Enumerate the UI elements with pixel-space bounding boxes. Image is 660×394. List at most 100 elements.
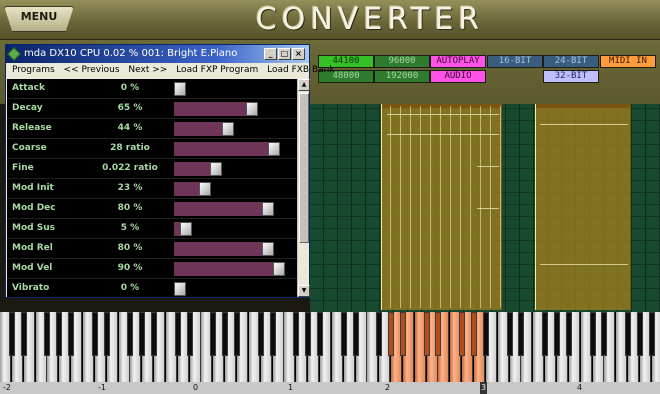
black-key[interactable]	[187, 312, 193, 356]
black-key[interactable]	[127, 312, 133, 356]
black-key[interactable]	[341, 312, 347, 356]
param-row: Mod Vel 90 %	[7, 259, 297, 279]
scroll-up-arrow-icon[interactable]: ▲	[298, 79, 310, 91]
black-key[interactable]	[151, 312, 157, 356]
black-key[interactable]	[68, 312, 74, 356]
fine-slider[interactable]	[174, 162, 296, 176]
black-key[interactable]	[56, 312, 62, 356]
slider-thumb[interactable]	[210, 162, 222, 176]
note-line	[387, 114, 499, 115]
rate-192000-toggle[interactable]: 192000	[374, 70, 430, 83]
black-key[interactable]	[92, 312, 98, 356]
bit-32-toggle[interactable]: 32-BIT	[543, 70, 599, 83]
menu-next[interactable]: Next >>	[122, 63, 167, 78]
black-key[interactable]	[625, 312, 631, 356]
bit-24-toggle[interactable]: 24-BIT	[543, 55, 599, 68]
black-key[interactable]	[305, 312, 311, 356]
midi-in-toggle[interactable]: MIDI IN	[600, 55, 656, 68]
plugin-title-bar[interactable]: mda DX10 CPU 0.02 % 001: Bright E.Piano …	[6, 45, 309, 63]
slider-thumb[interactable]	[246, 102, 258, 116]
black-key[interactable]	[424, 312, 430, 356]
black-key[interactable]	[471, 312, 477, 356]
mod-rel-slider[interactable]	[174, 242, 296, 256]
close-button[interactable]: ×	[292, 48, 305, 60]
menu-previous[interactable]: << Previous	[58, 63, 120, 78]
black-key[interactable]	[459, 312, 465, 356]
coarse-slider[interactable]	[174, 142, 296, 156]
black-key[interactable]	[518, 312, 524, 356]
slider-thumb[interactable]	[268, 142, 280, 156]
black-key[interactable]	[222, 312, 228, 356]
black-key[interactable]	[601, 312, 607, 356]
black-key[interactable]	[210, 312, 216, 356]
black-key[interactable]	[21, 312, 27, 356]
piano-keyboard[interactable]: -2 -1 0 1 2 3 4	[0, 312, 660, 394]
slider-thumb[interactable]	[174, 282, 186, 296]
vibrato-slider[interactable]	[174, 282, 296, 296]
menu-load-fxb[interactable]: Load FXB Bank	[261, 63, 334, 78]
param-row: Mod Rel 80 %	[7, 239, 297, 259]
black-key[interactable]	[353, 312, 359, 356]
rate-96000-toggle[interactable]: 96000	[374, 55, 430, 68]
black-key[interactable]	[554, 312, 560, 356]
black-key[interactable]	[649, 312, 655, 356]
slider-thumb[interactable]	[180, 222, 192, 236]
slider-thumb[interactable]	[262, 202, 274, 216]
black-key[interactable]	[483, 312, 489, 356]
mod-dec-slider[interactable]	[174, 202, 296, 216]
param-name: Attack	[12, 83, 45, 93]
mod-vel-slider[interactable]	[174, 262, 296, 276]
release-slider[interactable]	[174, 122, 296, 136]
slider-fill	[174, 262, 279, 276]
black-key[interactable]	[590, 312, 596, 356]
sequencer-grid[interactable]	[310, 104, 660, 312]
maximize-button[interactable]: □	[278, 48, 291, 60]
black-key[interactable]	[104, 312, 110, 356]
slider-thumb[interactable]	[273, 262, 285, 276]
black-key[interactable]	[234, 312, 240, 356]
menu-programs[interactable]: Programs	[6, 63, 55, 78]
black-key[interactable]	[139, 312, 145, 356]
mod-init-slider[interactable]	[174, 182, 296, 196]
menu-load-fxp[interactable]: Load FXP Program	[170, 63, 258, 78]
minimize-button[interactable]: _	[264, 48, 277, 60]
black-key[interactable]	[9, 312, 15, 356]
black-key[interactable]	[566, 312, 572, 356]
mod-sus-slider[interactable]	[174, 222, 296, 236]
black-key[interactable]	[293, 312, 299, 356]
note-block-2-header	[536, 104, 630, 108]
note-line	[440, 106, 441, 308]
plugin-window[interactable]: mda DX10 CPU 0.02 % 001: Bright E.Piano …	[5, 44, 335, 298]
slider-thumb[interactable]	[222, 122, 234, 136]
black-key[interactable]	[507, 312, 513, 356]
plugin-scrollbar[interactable]: ▲ ▼	[297, 79, 310, 297]
scroll-down-arrow-icon[interactable]: ▼	[298, 285, 310, 297]
note-block-2[interactable]	[535, 104, 631, 310]
black-key[interactable]	[258, 312, 264, 356]
black-key[interactable]	[376, 312, 382, 356]
black-key[interactable]	[542, 312, 548, 356]
black-key[interactable]	[175, 312, 181, 356]
audio-toggle[interactable]: AUDIO	[430, 70, 486, 83]
black-key[interactable]	[400, 312, 406, 356]
menu-button[interactable]: MENU	[4, 6, 74, 32]
slider-fill	[174, 242, 268, 256]
autoplay-toggle[interactable]: AUTOPLAY	[430, 55, 486, 68]
decay-slider[interactable]	[174, 102, 296, 116]
black-key[interactable]	[317, 312, 323, 356]
slider-thumb[interactable]	[174, 82, 186, 96]
scrollbar-thumb[interactable]	[299, 93, 309, 243]
param-name: Mod Rel	[12, 243, 53, 253]
bit-16-toggle[interactable]: 16-BIT	[487, 55, 543, 68]
note-line	[400, 106, 401, 308]
note-block-1[interactable]	[381, 104, 502, 310]
black-key[interactable]	[435, 312, 441, 356]
black-key[interactable]	[270, 312, 276, 356]
black-key[interactable]	[637, 312, 643, 356]
slider-thumb[interactable]	[199, 182, 211, 196]
attack-slider[interactable]	[174, 82, 296, 96]
black-key[interactable]	[388, 312, 394, 356]
black-key[interactable]	[44, 312, 50, 356]
octave-label: -2	[3, 383, 11, 392]
slider-thumb[interactable]	[262, 242, 274, 256]
